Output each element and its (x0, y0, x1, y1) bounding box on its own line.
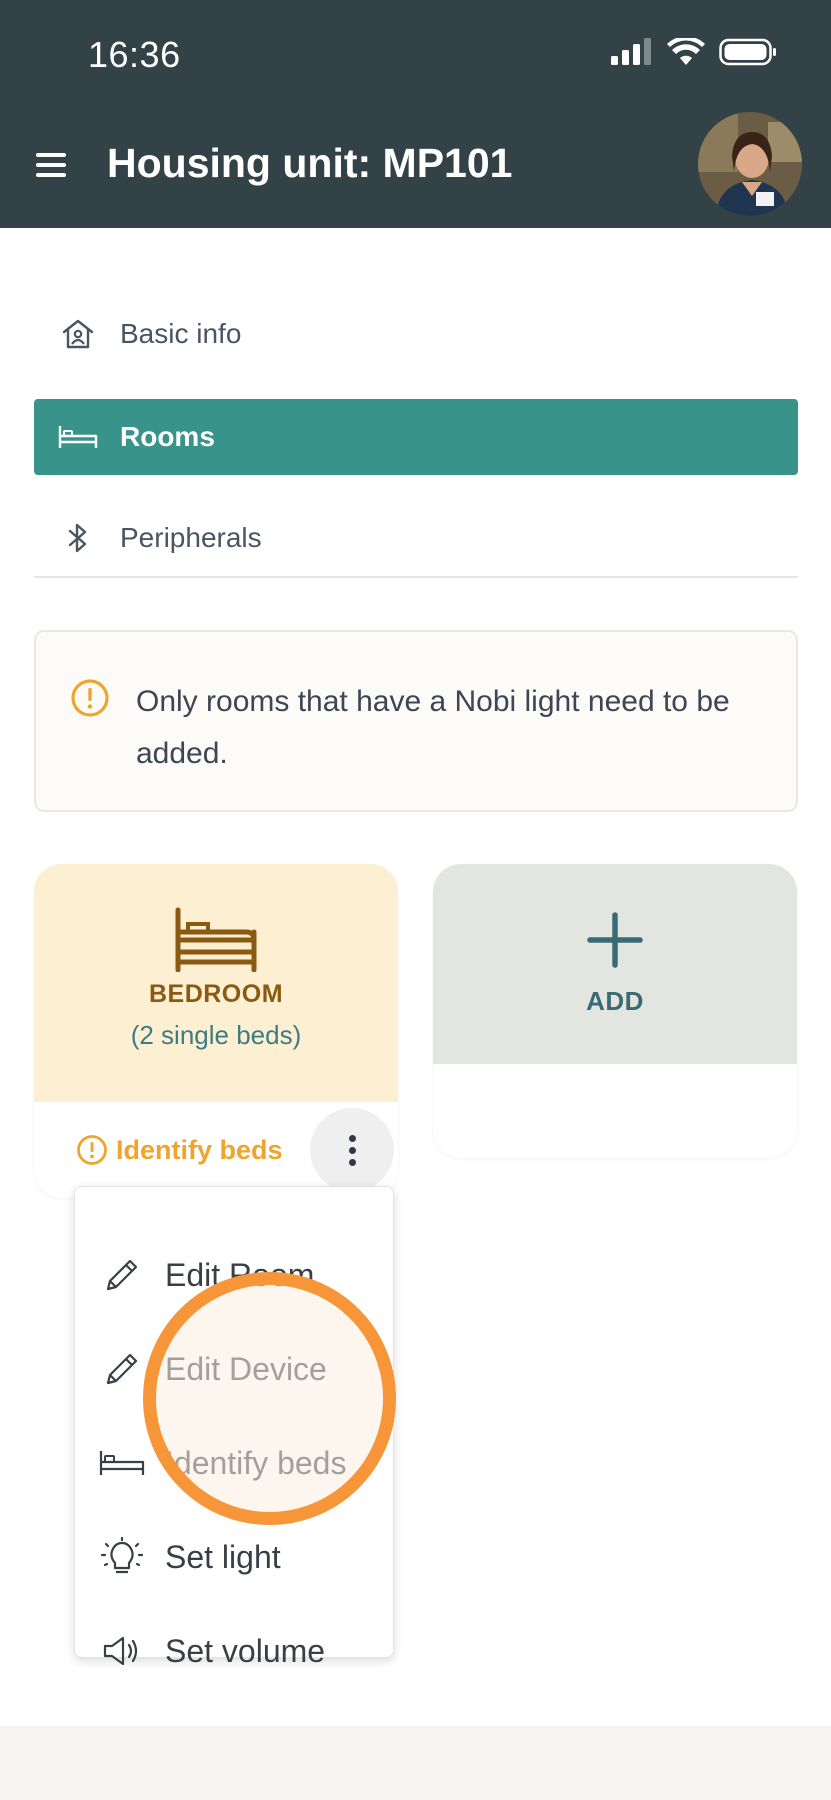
nav-rooms[interactable]: Rooms (34, 399, 798, 475)
menu-item-identify-beds[interactable]: Identify beds (75, 1423, 393, 1503)
room-options-menu: Edit Room Edit Device Identify beds Set … (74, 1186, 394, 1669)
menu-label-edit-device: Edit Device (165, 1350, 327, 1387)
identify-beds-label: Identify beds (116, 1134, 283, 1165)
more-options-icon[interactable] (310, 1108, 394, 1192)
menu-item-edit-room[interactable]: Edit Room (75, 1235, 393, 1315)
nav-basic-info[interactable]: Basic info (34, 296, 798, 372)
bed-icon (175, 907, 257, 972)
warning-circle-icon (71, 679, 109, 717)
bed-icon (99, 1451, 145, 1475)
notice-text: Only rooms that have a Nobi light need t… (136, 685, 730, 770)
nav-divider (34, 576, 798, 578)
lightbulb-icon (100, 1537, 144, 1574)
page-title: Housing unit: MP101 (107, 140, 513, 186)
house-icon (62, 319, 94, 349)
pencil-icon (106, 1259, 138, 1291)
warning-circle-icon (77, 1135, 107, 1165)
nav-label-basic-info: Basic info (120, 318, 242, 349)
bed-icon (58, 426, 98, 448)
identify-beds-link[interactable]: Identify beds (76, 1134, 283, 1166)
nav-label-peripherals: Peripherals (120, 522, 262, 553)
status-icons (609, 38, 777, 66)
plus-icon (587, 912, 643, 968)
menu-item-set-volume[interactable]: Set volume (75, 1611, 393, 1691)
menu-item-set-light[interactable]: Set light (75, 1517, 393, 1597)
battery-icon (719, 38, 776, 66)
menu-label-set-light: Set light (165, 1538, 281, 1575)
room-type: BEDROOM (148, 980, 284, 1008)
add-room-card[interactable]: ADD (433, 864, 797, 1158)
room-card-bedroom[interactable]: BEDROOM (2 single beds) Identify beds (34, 864, 398, 1198)
wifi-icon (667, 38, 705, 65)
room-card-header: BEDROOM (2 single beds) (34, 864, 398, 1102)
room-detail: (2 single beds) (130, 1020, 302, 1050)
speaker-icon (103, 1636, 138, 1666)
signal-icon (611, 38, 651, 65)
info-notice: Only rooms that have a Nobi light need t… (34, 630, 798, 812)
bluetooth-icon (68, 523, 87, 553)
menu-label-set-volume: Set volume (165, 1632, 326, 1669)
menu-label-identify-beds: Identify beds (165, 1444, 347, 1481)
pencil-icon (106, 1353, 138, 1385)
app-header: 16:36 Housing unit: MP101 (0, 0, 831, 228)
avatar[interactable] (698, 112, 802, 216)
nav-label-rooms: Rooms (120, 421, 215, 452)
menu-label-edit-room: Edit Room (165, 1256, 315, 1293)
bottom-bar (0, 1726, 831, 1800)
hamburger-menu-icon[interactable] (34, 148, 68, 182)
status-time: 16:36 (88, 34, 181, 75)
add-room-label: ADD (586, 986, 644, 1016)
nav-peripherals[interactable]: Peripherals (34, 500, 798, 576)
menu-item-edit-device[interactable]: Edit Device (75, 1329, 393, 1409)
